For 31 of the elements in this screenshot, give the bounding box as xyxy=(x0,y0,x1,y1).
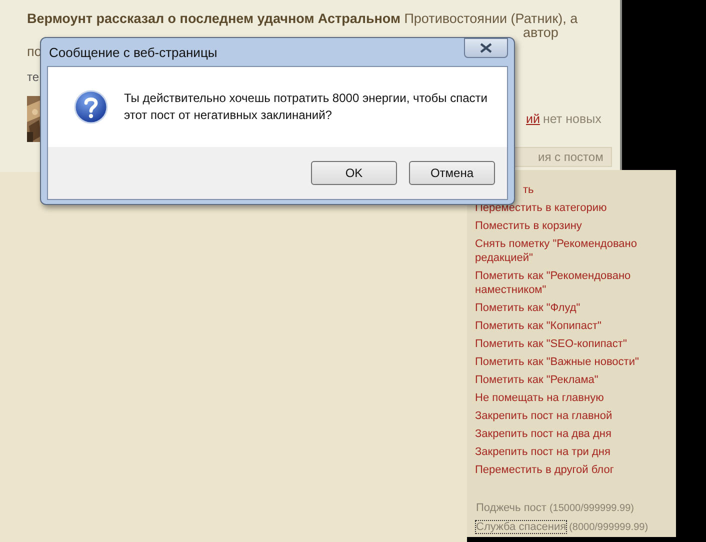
window-title: Сообщение с веб-страницы xyxy=(49,44,218,60)
dialog-button[interactable]: Отмена xyxy=(409,161,495,185)
menu-item[interactable]: Закрепить пост на два дня xyxy=(475,427,655,441)
menu-item[interactable]: Снять пометку "Рекомендовано редакцией" xyxy=(475,237,655,265)
energy-cost: (15000/999999.99) xyxy=(549,503,634,514)
energy-cost: (8000/999999.99) xyxy=(569,522,648,533)
menu-item[interactable]: Поджечь пост xyxy=(475,501,548,515)
close-button[interactable] xyxy=(464,38,508,58)
close-icon xyxy=(480,42,492,52)
menu-item[interactable]: Пометить как "SEO-копипаст" xyxy=(475,337,655,351)
menu-item[interactable]: ть xyxy=(523,183,534,197)
menu-item[interactable]: Закрепить пост на три дня xyxy=(475,445,655,459)
post-text-fragment: автор xyxy=(523,25,558,40)
comments-status: нет новых xyxy=(542,112,602,126)
menu-item[interactable]: Закрепить пост на главной xyxy=(475,409,655,423)
menu-item[interactable]: Пометить как "Копипаст" xyxy=(475,319,655,333)
post-text-fragment: те xyxy=(27,70,40,84)
dialog-button[interactable]: OK xyxy=(311,161,397,185)
menu-item[interactable]: Пометить как "Рекомендовано наместником" xyxy=(475,269,655,297)
comments-link[interactable]: ий xyxy=(526,112,540,126)
dialog-message: Ты действительно хочешь потратить 8000 энергии, чтобы спасти этот пост от негативных заклинаний? xyxy=(124,90,488,124)
menu-item[interactable]: Поместить в корзину xyxy=(475,219,655,233)
menu-item[interactable]: Пометить как "Важные новости" xyxy=(475,355,655,369)
menu-item[interactable]: Служба спасения xyxy=(475,520,568,534)
menu-item[interactable]: Переместить в категорию xyxy=(475,201,655,215)
question-icon xyxy=(74,90,108,124)
post-headline: Вермоунт рассказал о последнем удачном Астральном Противостоянии (Ратник), а xyxy=(27,10,579,28)
menu-item[interactable]: Переместить в другой блог xyxy=(475,463,655,477)
menu-item[interactable]: Не помещать на главную xyxy=(475,391,655,405)
menu-item[interactable]: Пометить как "Флуд" xyxy=(475,301,655,315)
menu-item[interactable]: Пометить как "Реклама" xyxy=(475,373,655,387)
